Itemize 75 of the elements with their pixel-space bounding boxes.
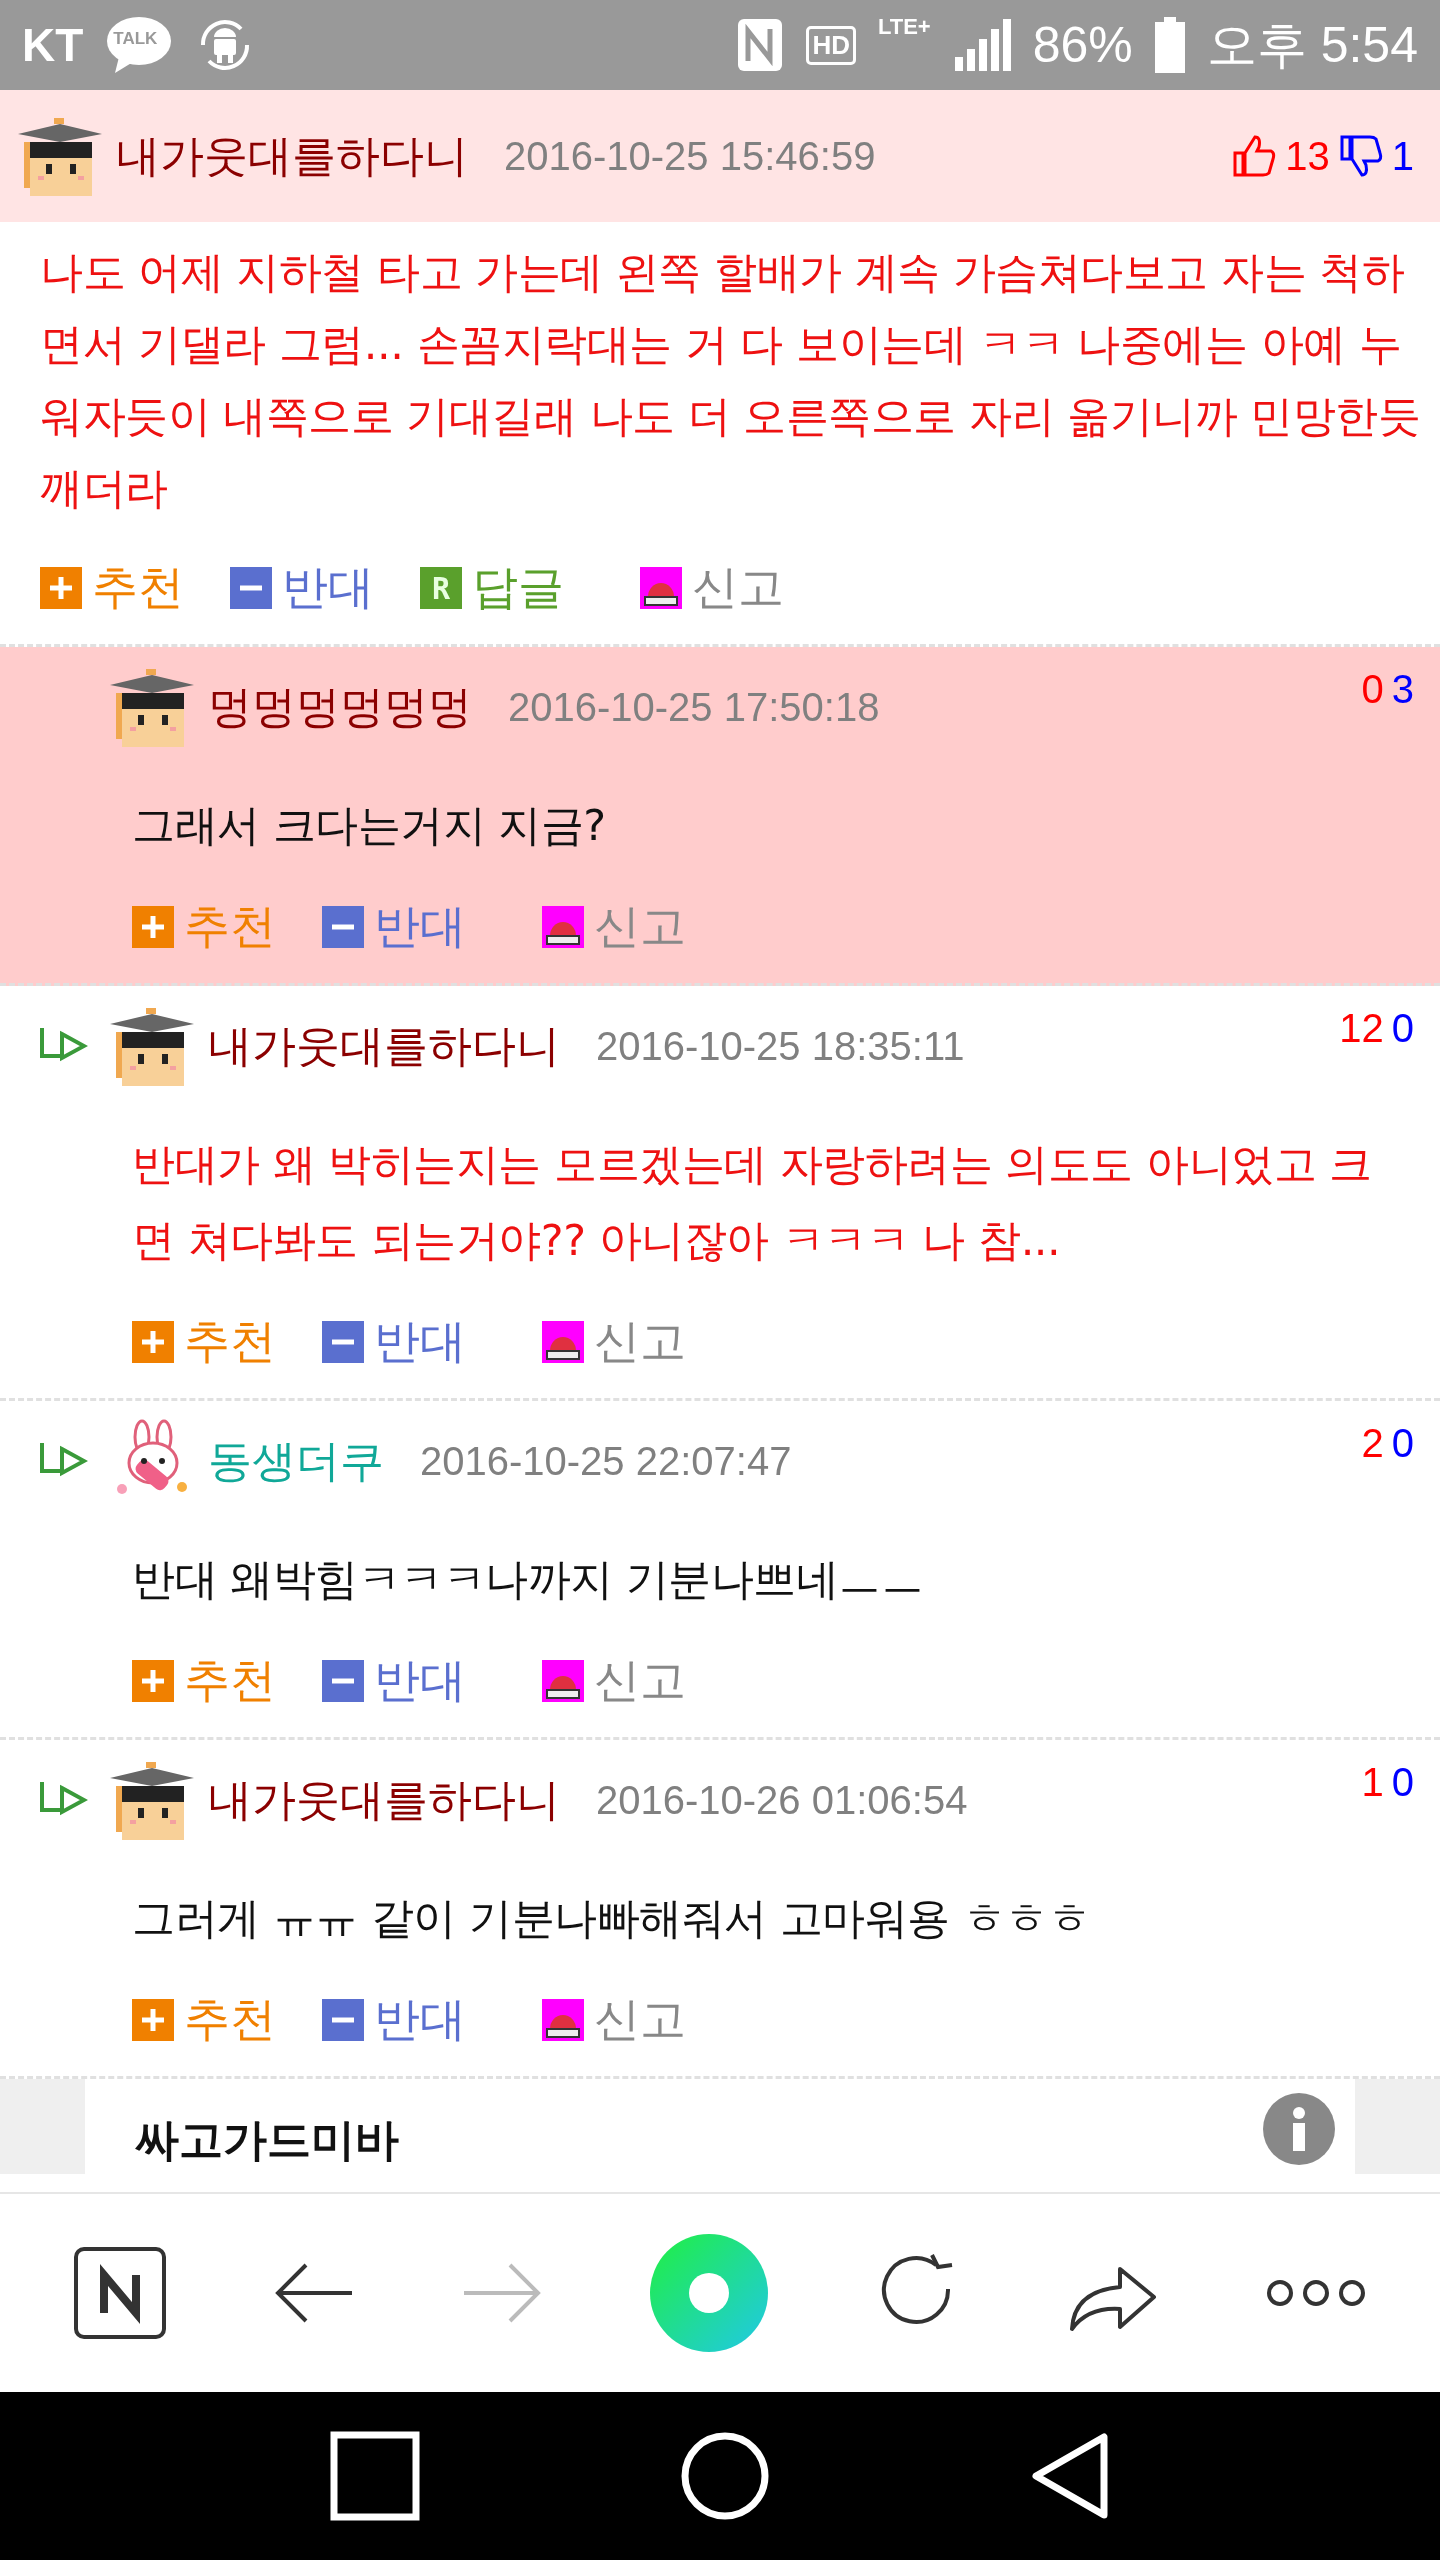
- upvote-count: 2: [1361, 1421, 1384, 1466]
- plus-icon: [132, 1660, 174, 1702]
- chat-bubble-icon: [105, 15, 174, 75]
- oppose-link[interactable]: 반대: [374, 896, 466, 958]
- timestamp: 2016-10-25 18:35:11: [596, 1023, 965, 1069]
- timestamp: 2016-10-25 17:50:18: [508, 684, 880, 730]
- minus-icon: [230, 567, 272, 609]
- info-icon[interactable]: [1263, 2093, 1335, 2165]
- downvote-count: 3: [1391, 667, 1414, 712]
- upvote-count: 12: [1339, 1006, 1384, 1051]
- siren-icon: [542, 1660, 584, 1702]
- back-triangle-icon[interactable]: [1030, 2431, 1110, 2521]
- reply-badge: R: [420, 567, 462, 609]
- battery-percent: 86%: [1032, 16, 1133, 74]
- upvote-count: 13: [1285, 133, 1330, 179]
- report-link[interactable]: 신고: [692, 557, 784, 619]
- report-link[interactable]: 신고: [594, 1989, 686, 2051]
- hd-voice-label: HD: [806, 25, 856, 65]
- timestamp: 2016-10-25 15:46:59: [504, 133, 876, 179]
- siren-icon: [542, 906, 584, 948]
- signal-icon: [952, 19, 1011, 71]
- upvote-count: 1: [1361, 1760, 1384, 1805]
- timestamp: 2016-10-26 01:06:54: [596, 1777, 968, 1823]
- downvote-count: 0: [1391, 1006, 1414, 1051]
- report-link[interactable]: 신고: [594, 1311, 686, 1373]
- downvote-count: 0: [1391, 1421, 1414, 1466]
- comment-text: 나도 어제 지하철 타고 가는데 왼쪽 할배가 계속 가슴쳐다보고 자는 척하면서 기댈라 그럼... 손꼼지락대는 거 다 보이는데 ㅋㅋ 나중에는 아예 누워자듯이 내쪽으로 기대길래 나도 더 오른쪽으로 자리 옮기니까 민망한듯 깨더라: [40, 246, 1422, 515]
- clock: 오후 5:54: [1206, 15, 1418, 75]
- home-icon[interactable]: [680, 2431, 770, 2521]
- network-type-label: LTE+: [877, 14, 931, 40]
- upvote-count: 0: [1361, 667, 1384, 712]
- minus-icon: [322, 1321, 364, 1363]
- plus-icon: [132, 1999, 174, 2041]
- oppose-link[interactable]: 반대: [374, 1650, 466, 1712]
- username[interactable]: 동생더쿠: [208, 1431, 384, 1491]
- username[interactable]: 내가웃대를하다니: [208, 1770, 560, 1830]
- ad-title[interactable]: 싸고가드미바: [135, 2111, 1243, 2174]
- reply-link[interactable]: 답글: [472, 557, 564, 619]
- report-link[interactable]: 신고: [594, 896, 686, 958]
- username[interactable]: 멍멍멍멍멍멍: [208, 677, 472, 737]
- comment-text: 그래서 크다는거지 지금?: [132, 799, 607, 852]
- n-home-icon[interactable]: [74, 2247, 166, 2339]
- siren-icon: [542, 1321, 584, 1363]
- minus-icon: [322, 1999, 364, 2041]
- oppose-link[interactable]: 반대: [282, 557, 374, 619]
- downvote-count: 1: [1391, 133, 1414, 179]
- timestamp: 2016-10-25 22:07:47: [420, 1438, 792, 1484]
- username[interactable]: 내가웃대를하다니: [116, 126, 468, 186]
- oppose-link[interactable]: 반대: [374, 1311, 466, 1373]
- thumbs-up-icon: [1231, 133, 1278, 179]
- recent-apps-icon[interactable]: [330, 2431, 420, 2521]
- carrier-name: KT: [22, 18, 84, 72]
- recommend-link[interactable]: 추천: [184, 1650, 276, 1712]
- downvote-count: 0: [1391, 1760, 1414, 1805]
- battery-icon: [1154, 17, 1185, 73]
- recommend-link[interactable]: 추천: [184, 1989, 276, 2051]
- recommend-link[interactable]: 추천: [184, 1311, 276, 1373]
- chat-bubble-label: TALK: [113, 29, 158, 49]
- plus-icon: [132, 1321, 174, 1363]
- oppose-link[interactable]: 반대: [374, 1989, 466, 2051]
- comment-text: 그러게 ㅠㅠ 같이 기분나빠해줘서 고마워용 ㅎㅎㅎ: [132, 1892, 1092, 1945]
- username[interactable]: 내가웃대를하다니: [208, 1016, 560, 1076]
- minus-icon: [322, 1660, 364, 1702]
- recommend-link[interactable]: 추천: [184, 896, 276, 958]
- siren-icon: [640, 567, 682, 609]
- siren-icon: [542, 1999, 584, 2041]
- recommend-link[interactable]: 추천: [92, 557, 184, 619]
- plus-icon: [40, 567, 82, 609]
- comment-text: 반대 왜박힘ㅋㅋㅋ나까지 기분나쁘네ㅡㅡ: [132, 1553, 925, 1606]
- comment-text: 반대가 왜 박히는지는 모르겠는데 자랑하려는 의도도 아니었고 크면 쳐다봐도 되는거야?? 아니잖아 ㅋㅋㅋ 나 참...: [132, 1138, 1373, 1267]
- minus-icon: [322, 906, 364, 948]
- plus-icon: [132, 906, 174, 948]
- report-link[interactable]: 신고: [594, 1650, 686, 1712]
- back-icon[interactable]: [274, 2261, 354, 2325]
- nfc-icon: [736, 17, 785, 73]
